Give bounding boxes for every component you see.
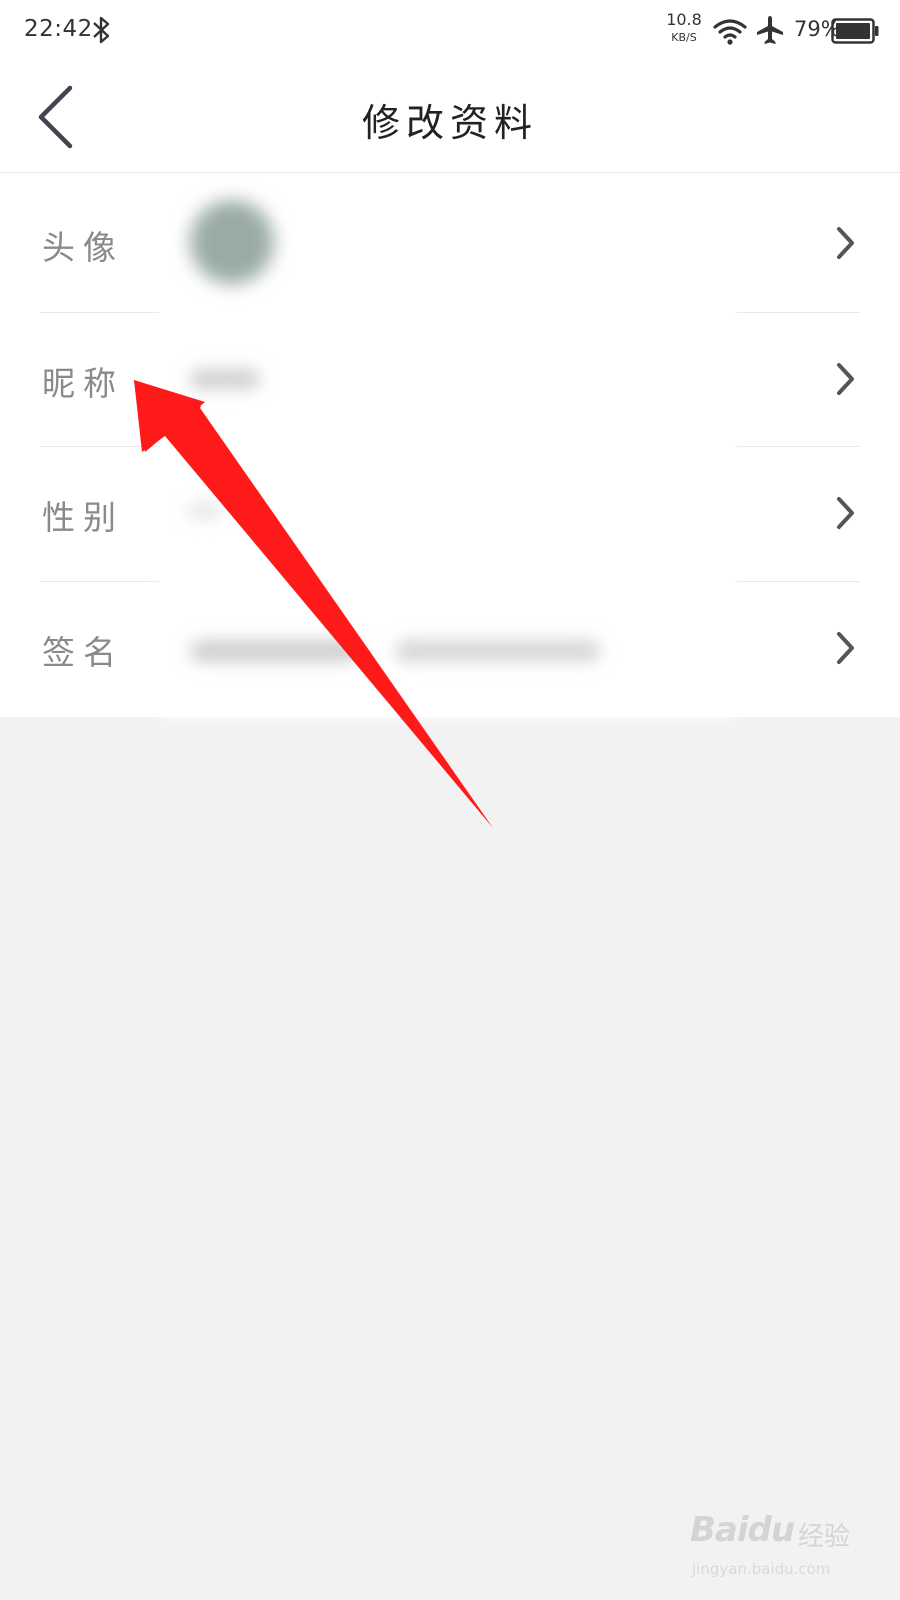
chevron-right-icon bbox=[837, 497, 854, 529]
signature-value-redacted bbox=[395, 640, 600, 662]
status-time: 22:42 bbox=[24, 16, 93, 42]
chevron-right-icon bbox=[837, 632, 854, 664]
signature-value-redacted bbox=[190, 640, 360, 662]
chevron-right-icon bbox=[837, 227, 854, 259]
header-bar: 修改资料 bbox=[0, 62, 900, 173]
avatar[interactable] bbox=[190, 200, 274, 284]
watermark-text: 经验 bbox=[798, 1522, 851, 1552]
row-label-gender: 性别 bbox=[42, 498, 124, 537]
chevron-right-icon bbox=[837, 363, 854, 395]
watermark: Baidu 经验 jingyan.baidu.com bbox=[690, 1510, 860, 1580]
watermark-logo: Baidu bbox=[690, 1510, 795, 1550]
network-speed-unit: KB/S bbox=[671, 31, 697, 44]
wifi-icon bbox=[713, 19, 747, 45]
watermark-url: jingyan.baidu.com bbox=[692, 1560, 831, 1578]
row-label-nickname: 昵称 bbox=[42, 364, 124, 403]
airplane-icon bbox=[757, 16, 783, 44]
row-label-signature: 签名 bbox=[42, 633, 124, 672]
network-speed: 10.8 KB/S bbox=[664, 10, 704, 44]
status-bar: 22:42 10.8 KB/S 79% bbox=[0, 0, 900, 62]
battery-icon bbox=[831, 18, 879, 44]
gender-value-redacted bbox=[188, 503, 222, 519]
bluetooth-icon bbox=[93, 16, 110, 44]
nickname-value-redacted bbox=[190, 369, 260, 389]
network-speed-value: 10.8 bbox=[666, 10, 702, 29]
page-title: 修改资料 bbox=[361, 101, 538, 145]
row-label-avatar: 头像 bbox=[42, 228, 124, 267]
